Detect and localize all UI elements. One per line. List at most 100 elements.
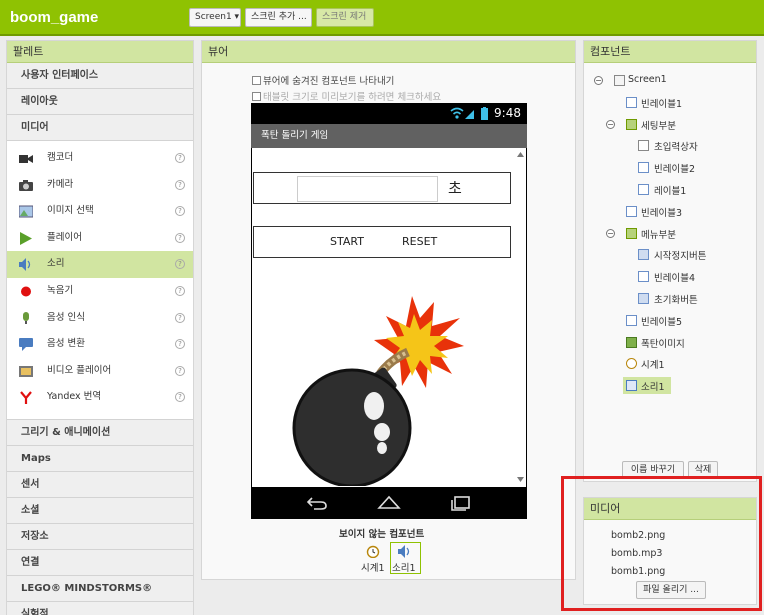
palette-item-text-to-speech[interactable]: 음성 변환 ? bbox=[7, 331, 193, 358]
palette-item-recorder[interactable]: 녹음기 ? bbox=[7, 278, 193, 305]
wifi-signal-icon bbox=[450, 107, 474, 119]
arrangement-icon bbox=[626, 118, 637, 130]
navigation-bar bbox=[251, 487, 527, 519]
palette-category-drawing[interactable]: 그리기 & 애니메이션 bbox=[7, 419, 193, 446]
seconds-unit-label: 초 bbox=[448, 179, 462, 197]
home-icon[interactable] bbox=[377, 494, 401, 510]
palette-item-speech-recognizer[interactable]: 음성 인식 ? bbox=[7, 305, 193, 332]
screen-icon bbox=[614, 75, 625, 86]
scroll-down-icon[interactable] bbox=[517, 477, 524, 482]
palette-item-yandex[interactable]: Yandex 번역 ? bbox=[7, 384, 193, 411]
help-icon[interactable]: ? bbox=[175, 206, 185, 217]
top-bar: boom_game Screen1 ▾ 스크린 추가 ... 스크린 제거 bbox=[0, 0, 764, 36]
palette-item-label: 녹음기 bbox=[47, 284, 74, 296]
button-icon bbox=[638, 293, 649, 304]
help-icon[interactable]: ? bbox=[175, 392, 185, 403]
palette-item-video-player[interactable]: 비디오 플레이어 ? bbox=[7, 358, 193, 385]
palette-category-maps[interactable]: Maps bbox=[7, 445, 193, 472]
collapse-toggle-icon[interactable]: − bbox=[606, 228, 615, 238]
collapse-toggle-icon[interactable]: − bbox=[594, 76, 603, 85]
video-player-icon bbox=[19, 365, 33, 377]
seconds-input[interactable] bbox=[297, 176, 438, 202]
help-icon[interactable]: ? bbox=[175, 365, 185, 376]
palette-item-label: 플레이어 bbox=[47, 231, 82, 243]
tree-node-label: 시계1 bbox=[641, 360, 665, 372]
add-screen-button[interactable]: 스크린 추가 ... bbox=[245, 8, 312, 27]
phone-clock: 9:48 bbox=[494, 106, 521, 120]
arrangement-icon bbox=[626, 227, 637, 239]
palette-item-label: 캠코더 bbox=[47, 152, 74, 163]
screen-select[interactable]: Screen1 ▾ bbox=[189, 8, 241, 27]
nonvisible-components-title: 보이지 않는 컴포넌트 bbox=[339, 529, 425, 540]
label-icon bbox=[626, 314, 637, 326]
tree-node-label: 폭탄이미지 bbox=[641, 338, 685, 350]
clock-icon bbox=[366, 545, 380, 558]
tree-node-label: 빈레이블1 bbox=[641, 98, 683, 110]
app-title-bar: 폭탄 돌리기 게임 bbox=[251, 124, 527, 148]
status-bar: 9:48 bbox=[251, 103, 527, 124]
help-icon[interactable]: ? bbox=[175, 259, 185, 270]
battery-icon bbox=[481, 107, 488, 120]
menu-arrangement: START RESET bbox=[253, 226, 511, 258]
camera-icon bbox=[19, 179, 33, 191]
tree-node-label: 세팅부분 bbox=[641, 120, 676, 132]
palette-item-camera[interactable]: 카메라 ? bbox=[7, 172, 193, 199]
palette-category-social[interactable]: 소셜 bbox=[7, 497, 193, 524]
palette-item-player[interactable]: 플레이어 ? bbox=[7, 225, 193, 252]
nonvisible-sound[interactable]: 소리1 bbox=[390, 542, 421, 574]
help-icon[interactable]: ? bbox=[175, 232, 185, 243]
tree-node-label: 빈레이블2 bbox=[654, 164, 696, 176]
tree-node-label: 레이블1 bbox=[654, 186, 687, 197]
checkbox-label: 뷰어에 숨겨진 컴포넌트 나타내기 bbox=[263, 76, 395, 87]
scroll-up-icon[interactable] bbox=[517, 152, 524, 157]
reset-button[interactable]: RESET bbox=[402, 235, 437, 248]
image-icon bbox=[626, 336, 637, 348]
palette-title: 팔레트 bbox=[7, 41, 193, 63]
checkbox-box[interactable] bbox=[252, 92, 261, 101]
recorder-icon bbox=[21, 286, 31, 297]
tree-node-label: 소리1 bbox=[641, 382, 665, 394]
sound-icon bbox=[398, 545, 410, 558]
components-title: 컴포넌트 bbox=[584, 41, 756, 63]
recents-icon[interactable] bbox=[449, 495, 471, 511]
palette-category-media[interactable]: 미디어 bbox=[7, 115, 193, 141]
yandex-icon bbox=[20, 391, 32, 405]
collapse-toggle-icon[interactable]: − bbox=[606, 119, 615, 129]
palette-category-experimental[interactable]: 실험적 bbox=[7, 601, 193, 615]
palette-category-sensors[interactable]: 센서 bbox=[7, 471, 193, 498]
highlight-box bbox=[561, 476, 762, 611]
help-icon[interactable]: ? bbox=[175, 153, 185, 163]
palette-item-image-picker[interactable]: 이미지 선택 ? bbox=[7, 198, 193, 225]
camcorder-icon bbox=[19, 155, 33, 163]
tree-node-label: 빈레이블4 bbox=[654, 273, 696, 285]
nonvisible-clock[interactable]: 시계1 bbox=[360, 542, 388, 574]
checkbox-label: 태블릿 크기로 미리보기를 하려면 체크하세요 bbox=[263, 92, 442, 103]
palette-category-layout[interactable]: 레이아웃 bbox=[7, 89, 193, 115]
palette-category-ui[interactable]: 사용자 인터페이스 bbox=[7, 63, 193, 89]
palette-category-lego[interactable]: LEGO® MINDSTORMS® bbox=[7, 575, 193, 602]
phone-screen: 초 START RESET bbox=[252, 148, 526, 487]
player-icon bbox=[20, 231, 32, 245]
show-hidden-checkbox[interactable]: 뷰어에 숨겨진 컴포넌트 나타내기 bbox=[252, 73, 394, 87]
help-icon[interactable]: ? bbox=[175, 312, 185, 323]
tree-node-label: 빈레이블3 bbox=[641, 207, 683, 219]
palette-category-connectivity[interactable]: 연결 bbox=[7, 549, 193, 576]
palette-item-sound[interactable]: 소리 ? bbox=[7, 251, 193, 278]
tree-node-label: Screen1 bbox=[628, 74, 667, 85]
palette-item-label: 비디오 플레이어 bbox=[47, 364, 112, 376]
help-icon[interactable]: ? bbox=[175, 179, 185, 190]
palette-item-label: 음성 변환 bbox=[47, 338, 85, 350]
palette-item-camcorder[interactable]: 캠코더 ? bbox=[7, 145, 193, 172]
tablet-preview-checkbox[interactable]: 태블릿 크기로 미리보기를 하려면 체크하세요 bbox=[252, 89, 441, 103]
help-icon[interactable]: ? bbox=[175, 339, 185, 350]
palette-category-storage[interactable]: 저장소 bbox=[7, 523, 193, 550]
scrollbar[interactable] bbox=[515, 148, 526, 487]
checkbox-box[interactable] bbox=[252, 76, 261, 85]
image-picker-icon bbox=[19, 205, 33, 218]
tree-node-label: 초기화버튼 bbox=[654, 295, 698, 306]
remove-screen-button[interactable]: 스크린 제거 bbox=[316, 8, 374, 27]
start-button[interactable]: START bbox=[330, 235, 364, 248]
help-icon[interactable]: ? bbox=[175, 285, 185, 296]
label-icon bbox=[638, 184, 649, 195]
back-icon[interactable] bbox=[306, 495, 328, 511]
